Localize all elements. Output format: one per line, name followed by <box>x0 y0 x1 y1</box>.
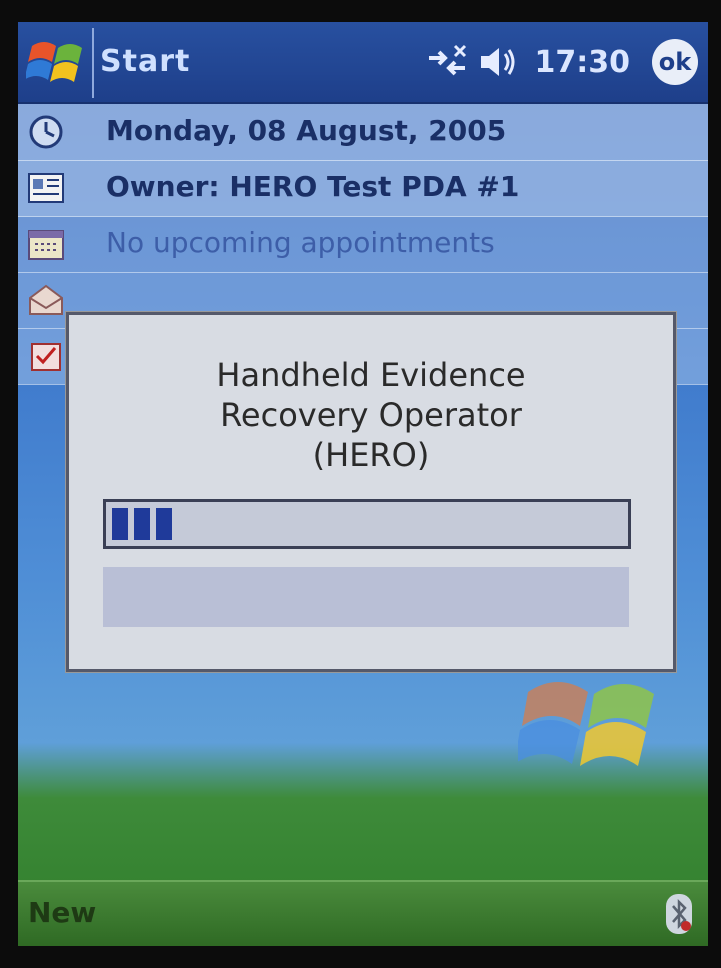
title-bar: Start 17:30 ok <box>18 22 708 104</box>
calendar-icon <box>28 230 64 260</box>
connectivity-icon[interactable] <box>425 42 469 82</box>
bluetooth-icon[interactable] <box>664 892 694 936</box>
ok-button[interactable]: ok <box>652 39 698 85</box>
today-date-row[interactable]: Monday, 08 August, 2005 <box>18 104 708 161</box>
volume-icon[interactable] <box>477 42 521 82</box>
owner-card-icon <box>28 173 64 203</box>
progress-block <box>134 508 150 540</box>
hero-dialog: Handheld Evidence Recovery Operator (HER… <box>66 312 676 672</box>
today-appointments-row[interactable]: No upcoming appointments <box>18 216 708 273</box>
status-area: 17:30 ok <box>425 36 698 88</box>
progress-bar <box>103 499 631 549</box>
today-owner-row[interactable]: Owner: HERO Test PDA #1 <box>18 160 708 217</box>
dialog-title-line3: (HERO) <box>312 436 430 474</box>
windows-logo-wallpaper <box>518 682 654 766</box>
pda-screen: Start 17:30 ok Monday, 08 August, 2005 O… <box>18 22 708 946</box>
today-date-text: Monday, 08 August, 2005 <box>106 114 507 147</box>
clock-icon <box>29 115 63 149</box>
menu-bar: New <box>18 880 708 946</box>
envelope-icon <box>29 284 63 315</box>
progress-block <box>112 508 128 540</box>
start-divider <box>92 28 94 98</box>
dialog-title-line2: Recovery Operator <box>220 396 522 434</box>
status-strip <box>103 567 629 627</box>
progress-fill <box>112 508 172 540</box>
today-appointments-text: No upcoming appointments <box>106 226 495 259</box>
windows-start-icon[interactable] <box>26 32 90 92</box>
start-menu-label[interactable]: Start <box>100 44 190 79</box>
new-button[interactable]: New <box>28 896 96 929</box>
dialog-title-line1: Handheld Evidence <box>216 356 526 394</box>
today-owner-text: Owner: HERO Test PDA #1 <box>106 170 520 203</box>
dialog-title: Handheld Evidence Recovery Operator (HER… <box>69 355 673 475</box>
progress-block <box>156 508 172 540</box>
tasks-icon <box>31 343 61 371</box>
clock-time[interactable]: 17:30 <box>535 45 631 80</box>
